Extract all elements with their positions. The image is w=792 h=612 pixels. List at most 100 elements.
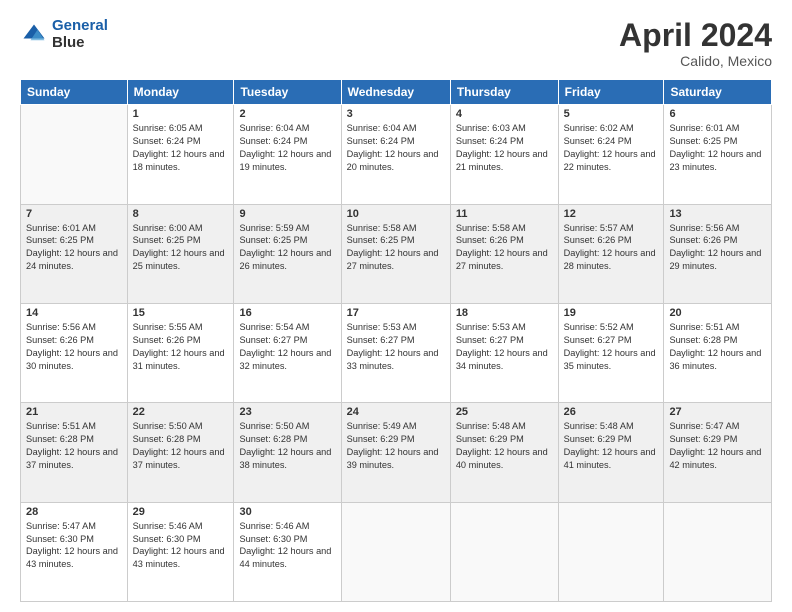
day-info: Sunrise: 5:48 AMSunset: 6:29 PMDaylight:… [564, 421, 656, 470]
day-info: Sunrise: 5:47 AMSunset: 6:30 PMDaylight:… [26, 521, 118, 570]
calendar-week-row: 7 Sunrise: 6:01 AMSunset: 6:25 PMDaylight… [21, 204, 772, 303]
day-number: 10 [347, 208, 445, 220]
day-number: 13 [669, 208, 766, 220]
calendar-week-row: 21Sunrise: 5:51 AMSunset: 6:28 PMDayligh… [21, 403, 772, 502]
calendar-day-cell: 6 Sunrise: 6:01 AMSunset: 6:25 PMDaylight… [664, 105, 772, 204]
day-number: 5 [564, 108, 659, 120]
day-number: 23 [239, 406, 335, 418]
header-tuesday: Tuesday [234, 80, 341, 105]
calendar-day-cell: 22Sunrise: 5:50 AMSunset: 6:28 PMDayligh… [127, 403, 234, 502]
calendar-day-cell: 30 Sunrise: 5:46 AMSunset: 6:30 PMDayligh… [234, 502, 341, 601]
calendar-day-cell: 4Sunrise: 6:03 AMSunset: 6:24 PMDaylight… [450, 105, 558, 204]
calendar-day-cell: 8 Sunrise: 6:00 AMSunset: 6:25 PMDaylight… [127, 204, 234, 303]
day-info: Sunrise: 6:05 AMSunset: 6:24 PMDaylight:… [133, 123, 225, 172]
header-saturday: Saturday [664, 80, 772, 105]
calendar-day-cell: 20 Sunrise: 5:51 AMSunset: 6:28 PMDayligh… [664, 303, 772, 402]
calendar-day-cell: 15Sunrise: 5:55 AMSunset: 6:26 PMDayligh… [127, 303, 234, 402]
month-title: April 2024 [619, 18, 772, 53]
logo-icon [20, 21, 48, 49]
day-info: Sunrise: 5:57 AMSunset: 6:26 PMDaylight:… [564, 223, 656, 272]
day-number: 30 [239, 506, 335, 518]
calendar-day-cell: 23 Sunrise: 5:50 AMSunset: 6:28 PMDayligh… [234, 403, 341, 502]
page: General Blue April 2024 Calido, Mexico S… [0, 0, 792, 612]
day-number: 20 [669, 307, 766, 319]
logo: General Blue [20, 18, 108, 51]
day-number: 26 [564, 406, 659, 418]
day-number: 6 [669, 108, 766, 120]
day-info: Sunrise: 5:54 AMSunset: 6:27 PMDaylight:… [239, 322, 331, 371]
calendar-day-cell: 3Sunrise: 6:04 AMSunset: 6:24 PMDaylight… [341, 105, 450, 204]
day-info: Sunrise: 5:59 AMSunset: 6:25 PMDaylight:… [239, 223, 331, 272]
day-number: 1 [133, 108, 229, 120]
day-info: Sunrise: 5:55 AMSunset: 6:26 PMDaylight:… [133, 322, 225, 371]
calendar-header-row: Sunday Monday Tuesday Wednesday Thursday… [21, 80, 772, 105]
calendar-day-cell [558, 502, 664, 601]
calendar-day-cell: 9 Sunrise: 5:59 AMSunset: 6:25 PMDaylight… [234, 204, 341, 303]
day-info: Sunrise: 5:46 AMSunset: 6:30 PMDaylight:… [239, 521, 331, 570]
calendar-day-cell: 18Sunrise: 5:53 AMSunset: 6:27 PMDayligh… [450, 303, 558, 402]
header-wednesday: Wednesday [341, 80, 450, 105]
logo-line2: Blue [52, 34, 85, 51]
header-sunday: Sunday [21, 80, 128, 105]
calendar-day-cell [664, 502, 772, 601]
calendar-day-cell: 24Sunrise: 5:49 AMSunset: 6:29 PMDayligh… [341, 403, 450, 502]
day-number: 7 [26, 208, 122, 220]
day-info: Sunrise: 5:50 AMSunset: 6:28 PMDaylight:… [133, 421, 225, 470]
day-info: Sunrise: 6:04 AMSunset: 6:24 PMDaylight:… [239, 123, 331, 172]
day-number: 27 [669, 406, 766, 418]
calendar-day-cell: 29 Sunrise: 5:46 AMSunset: 6:30 PMDayligh… [127, 502, 234, 601]
day-number: 19 [564, 307, 659, 319]
day-number: 28 [26, 506, 122, 518]
calendar-day-cell: 21Sunrise: 5:51 AMSunset: 6:28 PMDayligh… [21, 403, 128, 502]
calendar-day-cell: 12 Sunrise: 5:57 AMSunset: 6:26 PMDayligh… [558, 204, 664, 303]
day-number: 14 [26, 307, 122, 319]
day-info: Sunrise: 6:01 AMSunset: 6:25 PMDaylight:… [669, 123, 761, 172]
day-info: Sunrise: 5:58 AMSunset: 6:25 PMDaylight:… [347, 223, 439, 272]
calendar-week-row: 1 Sunrise: 6:05 AMSunset: 6:24 PMDaylight… [21, 105, 772, 204]
day-info: Sunrise: 5:47 AMSunset: 6:29 PMDaylight:… [669, 421, 761, 470]
day-info: Sunrise: 5:56 AMSunset: 6:26 PMDaylight:… [26, 322, 118, 371]
day-number: 12 [564, 208, 659, 220]
calendar-day-cell: 19 Sunrise: 5:52 AMSunset: 6:27 PMDayligh… [558, 303, 664, 402]
day-info: Sunrise: 5:53 AMSunset: 6:27 PMDaylight:… [456, 322, 548, 371]
calendar-day-cell: 16Sunrise: 5:54 AMSunset: 6:27 PMDayligh… [234, 303, 341, 402]
calendar-day-cell: 17 Sunrise: 5:53 AMSunset: 6:27 PMDayligh… [341, 303, 450, 402]
calendar-table: Sunday Monday Tuesday Wednesday Thursday… [20, 79, 772, 602]
title-block: April 2024 Calido, Mexico [619, 18, 772, 69]
calendar-day-cell: 10 Sunrise: 5:58 AMSunset: 6:25 PMDayligh… [341, 204, 450, 303]
logo-text: General Blue [52, 18, 108, 51]
day-info: Sunrise: 6:02 AMSunset: 6:24 PMDaylight:… [564, 123, 656, 172]
day-number: 29 [133, 506, 229, 518]
header-monday: Monday [127, 80, 234, 105]
day-info: Sunrise: 6:00 AMSunset: 6:25 PMDaylight:… [133, 223, 225, 272]
calendar-day-cell: 27 Sunrise: 5:47 AMSunset: 6:29 PMDayligh… [664, 403, 772, 502]
day-info: Sunrise: 5:56 AMSunset: 6:26 PMDaylight:… [669, 223, 761, 272]
day-number: 24 [347, 406, 445, 418]
day-info: Sunrise: 5:52 AMSunset: 6:27 PMDaylight:… [564, 322, 656, 371]
day-number: 4 [456, 108, 553, 120]
day-info: Sunrise: 5:51 AMSunset: 6:28 PMDaylight:… [669, 322, 761, 371]
header-friday: Friday [558, 80, 664, 105]
calendar-week-row: 28 Sunrise: 5:47 AMSunset: 6:30 PMDayligh… [21, 502, 772, 601]
day-info: Sunrise: 6:01 AMSunset: 6:25 PMDaylight:… [26, 223, 118, 272]
day-info: Sunrise: 5:50 AMSunset: 6:28 PMDaylight:… [239, 421, 331, 470]
calendar-day-cell [450, 502, 558, 601]
day-info: Sunrise: 5:53 AMSunset: 6:27 PMDaylight:… [347, 322, 439, 371]
calendar-day-cell: 13 Sunrise: 5:56 AMSunset: 6:26 PMDayligh… [664, 204, 772, 303]
day-number: 11 [456, 208, 553, 220]
header: General Blue April 2024 Calido, Mexico [20, 18, 772, 69]
day-number: 17 [347, 307, 445, 319]
day-number: 2 [239, 108, 335, 120]
day-info: Sunrise: 5:58 AMSunset: 6:26 PMDaylight:… [456, 223, 548, 272]
day-number: 25 [456, 406, 553, 418]
day-number: 9 [239, 208, 335, 220]
calendar-day-cell: 28 Sunrise: 5:47 AMSunset: 6:30 PMDayligh… [21, 502, 128, 601]
logo-line1: General [52, 17, 108, 34]
day-info: Sunrise: 5:48 AMSunset: 6:29 PMDaylight:… [456, 421, 548, 470]
calendar-day-cell: 14 Sunrise: 5:56 AMSunset: 6:26 PMDayligh… [21, 303, 128, 402]
calendar-day-cell: 26 Sunrise: 5:48 AMSunset: 6:29 PMDayligh… [558, 403, 664, 502]
day-info: Sunrise: 5:46 AMSunset: 6:30 PMDaylight:… [133, 521, 225, 570]
calendar-day-cell: 2 Sunrise: 6:04 AMSunset: 6:24 PMDaylight… [234, 105, 341, 204]
day-number: 8 [133, 208, 229, 220]
day-info: Sunrise: 5:51 AMSunset: 6:28 PMDaylight:… [26, 421, 118, 470]
